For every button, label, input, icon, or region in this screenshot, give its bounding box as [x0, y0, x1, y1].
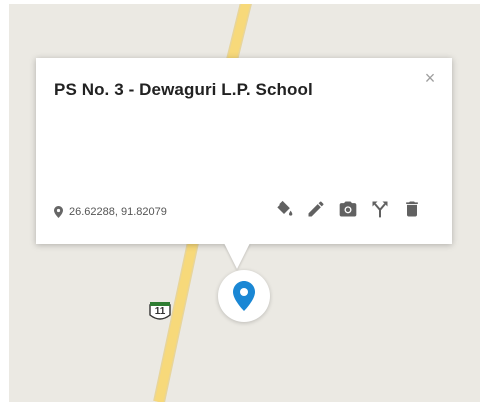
- directions-icon: [372, 201, 388, 218]
- style-button[interactable]: [272, 197, 296, 221]
- map-pin-icon: [233, 281, 255, 311]
- coordinates-text: 26.62288, 91.82079: [69, 206, 167, 218]
- pencil-icon: [308, 201, 324, 217]
- place-info-card: PS No. 3 - Dewaguri L.P. School × 26.622…: [36, 58, 452, 244]
- camera-icon: [339, 201, 357, 217]
- paint-bucket-icon: [277, 200, 293, 216]
- place-marker[interactable]: [218, 270, 270, 322]
- place-toolbar: [272, 197, 424, 221]
- coordinates-row: 26.62288, 91.82079: [54, 204, 167, 220]
- location-pin-icon: [54, 206, 63, 218]
- delete-button[interactable]: [400, 197, 424, 221]
- add-photo-button[interactable]: [336, 197, 360, 221]
- card-pointer: [224, 243, 250, 269]
- close-icon[interactable]: ×: [421, 69, 439, 87]
- directions-button[interactable]: [368, 197, 392, 221]
- place-title: PS No. 3 - Dewaguri L.P. School: [54, 80, 313, 99]
- trash-icon: [406, 201, 418, 217]
- edit-button[interactable]: [304, 197, 328, 221]
- route-shield-label: 11: [154, 306, 166, 317]
